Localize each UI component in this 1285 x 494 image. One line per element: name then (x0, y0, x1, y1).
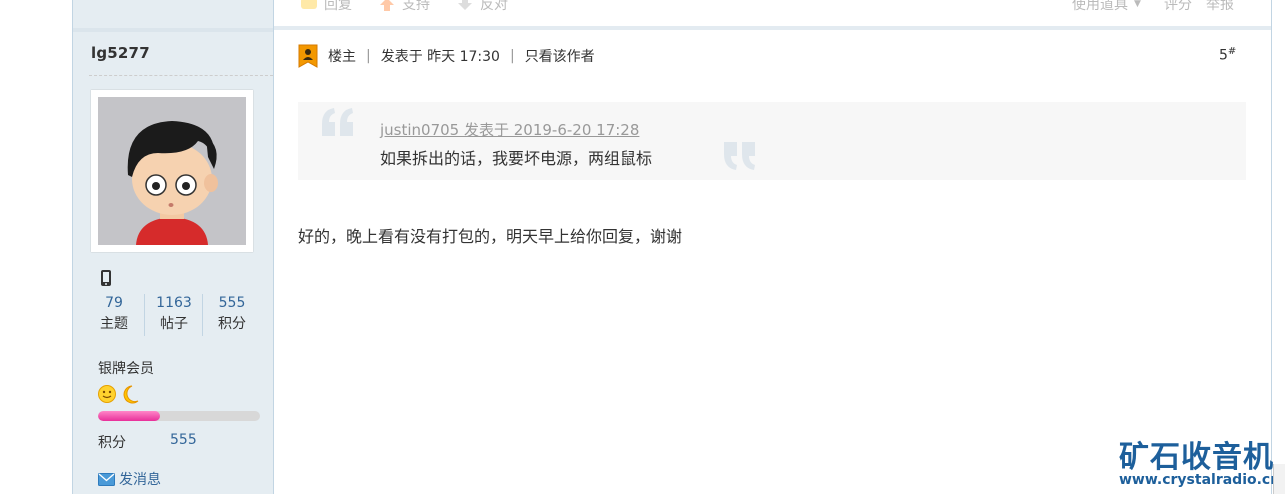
envelope-icon (98, 472, 115, 486)
reply-icon (301, 0, 317, 9)
author-sidebar: lg5277 79 主题 1163 帖子 555 积分 银牌会员 积分 555 … (73, 0, 274, 494)
oppose-button[interactable]: 反对 (456, 0, 508, 14)
send-message-label: 发消息 (119, 472, 161, 488)
user-group-name[interactable]: 银牌会员 (98, 358, 154, 378)
meta-divider: | (366, 48, 371, 64)
stat-posts[interactable]: 1163 帖子 (145, 292, 203, 336)
post-content: 好的，晚上看有没有打包的，明天早上给你回复，谢谢 (298, 227, 683, 246)
avatar-image (98, 97, 246, 245)
quote-source-link[interactable]: justin0705 发表于 2019-6-20 17:28 (380, 119, 639, 140)
quote-text: 如果拆出的话，我要坏电源，两组鼠标 (380, 149, 653, 168)
post-time: 发表于 昨天 17:30 (380, 49, 500, 65)
only-author-link[interactable]: 只看该作者 (525, 46, 595, 66)
reply-button[interactable]: 回复 (300, 0, 352, 14)
stat-posts-value: 1163 (156, 295, 192, 311)
previous-post-actions: 回复 支持 反对 使用道具 ▼ 评分 举报 (274, 0, 1271, 28)
thumb-up-icon (380, 0, 394, 11)
stat-points[interactable]: 555 积分 (203, 292, 261, 336)
floor-number: 5 (1219, 47, 1228, 64)
use-tools-button[interactable]: 使用道具 ▼ (1072, 0, 1141, 14)
post-meta: 楼主 | 发表于 昨天 17:30 | 只看该作者 (298, 44, 595, 68)
send-message-link[interactable]: 发消息 (98, 469, 161, 489)
close-quote-icon (724, 142, 755, 170)
stat-threads[interactable]: 79 主题 (85, 292, 143, 336)
stat-threads-value: 79 (105, 295, 123, 311)
op-label: 楼主 (328, 49, 356, 65)
author-name-link[interactable]: lg5277 (91, 44, 150, 62)
rate-label: 评分 (1164, 0, 1192, 13)
back-to-top-button[interactable] (1273, 464, 1285, 494)
stat-points-value: 555 (218, 295, 246, 311)
rate-button[interactable]: 评分 (1164, 0, 1192, 14)
mobile-phone-icon (101, 270, 111, 286)
level-star-icons (98, 385, 139, 404)
author-stats: 79 主题 1163 帖子 555 积分 (85, 292, 265, 340)
open-quote-icon (322, 108, 353, 136)
floor-number-link[interactable]: 5# (1219, 46, 1236, 64)
avatar[interactable] (91, 90, 253, 252)
sidebar-top-band (73, 0, 273, 32)
frame-right-border (1271, 0, 1272, 494)
author-divider (89, 75, 273, 76)
thumb-down-icon (458, 0, 472, 10)
post-main: 回复 支持 反对 使用道具 ▼ 评分 举报 楼主 | 发表于 昨天 17:30 (274, 0, 1271, 494)
stat-threads-label: 主题 (100, 316, 128, 332)
level-progress-fill (98, 411, 160, 421)
floor-sign: # (1227, 46, 1237, 57)
stat-points-label: 积分 (218, 316, 246, 332)
report-label: 举报 (1206, 0, 1234, 13)
level-progress-bar (98, 411, 260, 421)
points-label: 积分 (98, 435, 126, 451)
meta-divider: | (509, 48, 515, 64)
support-button[interactable]: 支持 (378, 0, 430, 14)
chevron-down-icon: ▼ (1134, 0, 1141, 9)
quote-block: justin0705 发表于 2019-6-20 17:28 如果拆出的话，我要… (298, 102, 1246, 180)
support-label: 支持 (402, 0, 430, 13)
thread-starter-badge-icon (298, 44, 318, 68)
oppose-label: 反对 (480, 0, 508, 13)
watermark-title: 矿石收音机 (1119, 440, 1274, 475)
points-value[interactable]: 555 (170, 432, 197, 448)
site-watermark: 矿石收音机 www.crystalradio.cn (1116, 432, 1281, 492)
post-separator (274, 26, 1271, 30)
reply-label: 回复 (324, 0, 352, 13)
use-tools-label: 使用道具 (1072, 0, 1128, 13)
stat-posts-label: 帖子 (160, 316, 188, 332)
watermark-url: www.crystalradio.cn (1119, 472, 1281, 488)
report-button[interactable]: 举报 (1206, 0, 1234, 14)
